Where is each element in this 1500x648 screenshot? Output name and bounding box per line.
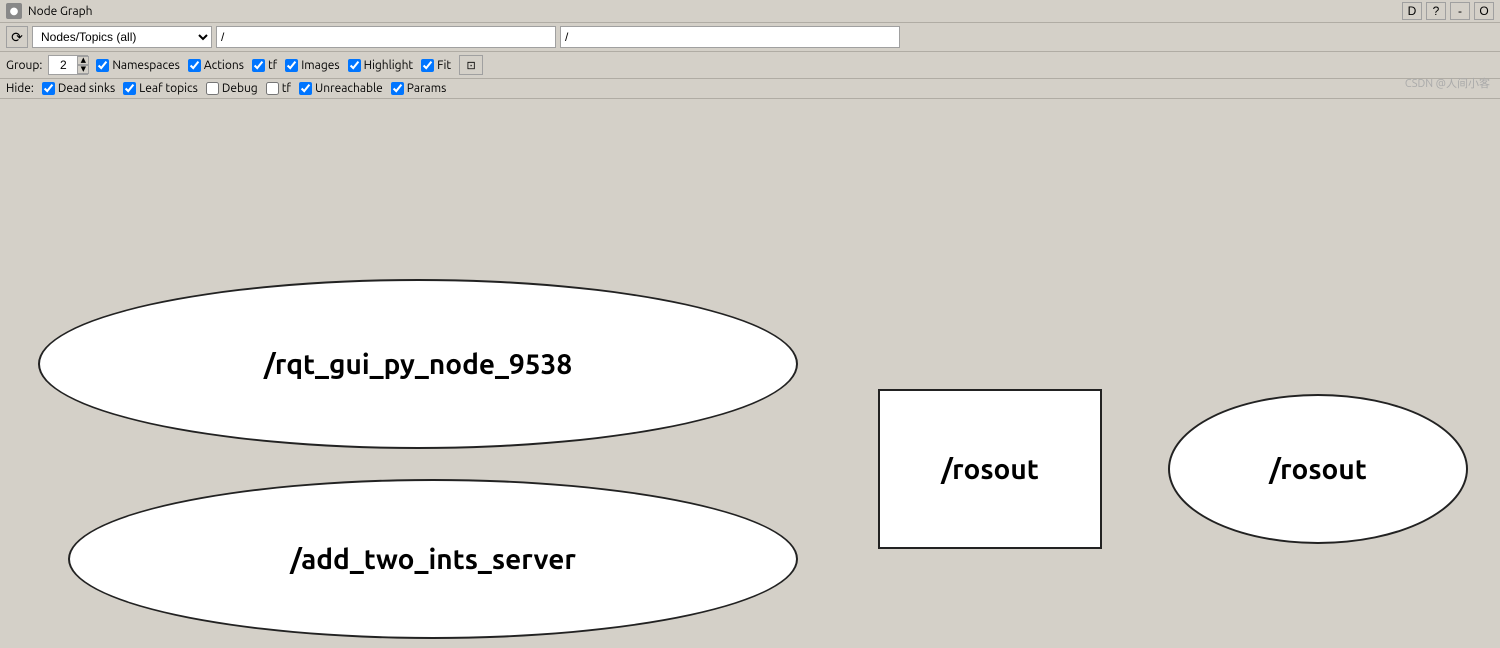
debug-label[interactable]: Debug (206, 82, 258, 95)
fit-button[interactable]: ⊡ (459, 55, 483, 75)
leaf-topics-text: Leaf topics (139, 82, 198, 95)
tf-label: tf (268, 59, 277, 72)
minimize-button[interactable]: - (1450, 2, 1470, 20)
unreachable-label[interactable]: Unreachable (299, 82, 383, 95)
group-spinbox[interactable]: ▲ ▼ (48, 55, 88, 75)
filter1-input[interactable] (216, 26, 556, 48)
spin-up[interactable]: ▲ (77, 56, 89, 65)
images-checkbox-label[interactable]: Images (285, 59, 339, 72)
node-rqt-gui-py-label: /rqt_gui_py_node_9538 (264, 349, 572, 380)
highlight-checkbox-label[interactable]: Highlight (348, 59, 414, 72)
spin-arrows: ▲ ▼ (77, 56, 89, 74)
title-bar-buttons: D ? - O (1402, 2, 1494, 20)
window-icon: ● (6, 3, 22, 19)
params-checkbox[interactable] (391, 82, 404, 95)
debug-text: Debug (222, 82, 258, 95)
info-button[interactable]: ? (1426, 2, 1446, 20)
dead-sinks-text: Dead sinks (58, 82, 115, 95)
close-button[interactable]: O (1474, 2, 1494, 20)
leaf-topics-checkbox[interactable] (123, 82, 136, 95)
hide-label: Hide: (6, 82, 34, 95)
node-rqt-gui-py[interactable]: /rqt_gui_py_node_9538 (38, 279, 798, 449)
namespaces-checkbox-label[interactable]: Namespaces (96, 59, 180, 72)
leaf-topics-label[interactable]: Leaf topics (123, 82, 198, 95)
dead-sinks-checkbox[interactable] (42, 82, 55, 95)
group-label: Group: (6, 59, 42, 72)
namespaces-label: Namespaces (112, 59, 180, 72)
node-add-two-ints[interactable]: /add_two_ints_server (68, 479, 798, 639)
options-bar: Group: ▲ ▼ Namespaces Actions tf Images … (0, 52, 1500, 79)
hide-tf-checkbox[interactable] (266, 82, 279, 95)
actions-label: Actions (204, 59, 244, 72)
debug-checkbox[interactable] (206, 82, 219, 95)
unreachable-checkbox[interactable] (299, 82, 312, 95)
node-add-two-ints-label: /add_two_ints_server (290, 544, 576, 575)
hide-tf-label[interactable]: tf (266, 82, 291, 95)
tf-checkbox[interactable] (252, 59, 265, 72)
actions-checkbox[interactable] (188, 59, 201, 72)
images-label: Images (301, 59, 339, 72)
params-label[interactable]: Params (391, 82, 447, 95)
fit-checkbox[interactable] (421, 59, 434, 72)
watermark: CSDN @人间小客 (1405, 75, 1490, 91)
help-button[interactable]: D (1402, 2, 1422, 20)
node-rosout-rect-label: /rosout (941, 454, 1039, 485)
spin-down[interactable]: ▼ (77, 65, 89, 74)
highlight-checkbox[interactable] (348, 59, 361, 72)
fit-label: Fit (437, 59, 451, 72)
toolbar: ⟳ Nodes/Topics (all) Nodes only Topics o… (0, 23, 1500, 52)
unreachable-text: Unreachable (315, 82, 383, 95)
node-rosout-ellipse[interactable]: /rosout (1168, 394, 1468, 544)
highlight-label: Highlight (364, 59, 414, 72)
params-text: Params (407, 82, 447, 95)
window-title: Node Graph (28, 5, 1396, 18)
node-rosout-rect[interactable]: /rosout (878, 389, 1102, 549)
hide-tf-text: tf (282, 82, 291, 95)
nodes-topics-dropdown[interactable]: Nodes/Topics (all) Nodes only Topics onl… (32, 26, 212, 48)
group-input[interactable] (49, 56, 77, 74)
images-checkbox[interactable] (285, 59, 298, 72)
title-bar: ● Node Graph D ? - O (0, 0, 1500, 23)
fit-checkbox-label[interactable]: Fit (421, 59, 451, 72)
hide-bar: Hide: Dead sinks Leaf topics Debug tf Un… (0, 79, 1500, 99)
actions-checkbox-label[interactable]: Actions (188, 59, 244, 72)
namespaces-checkbox[interactable] (96, 59, 109, 72)
filter2-input[interactable] (560, 26, 900, 48)
dead-sinks-label[interactable]: Dead sinks (42, 82, 115, 95)
refresh-button[interactable]: ⟳ (6, 26, 28, 48)
tf-checkbox-label[interactable]: tf (252, 59, 277, 72)
node-rosout-ellipse-label: /rosout (1269, 454, 1367, 485)
group-row: Group: ▲ ▼ (6, 55, 88, 75)
